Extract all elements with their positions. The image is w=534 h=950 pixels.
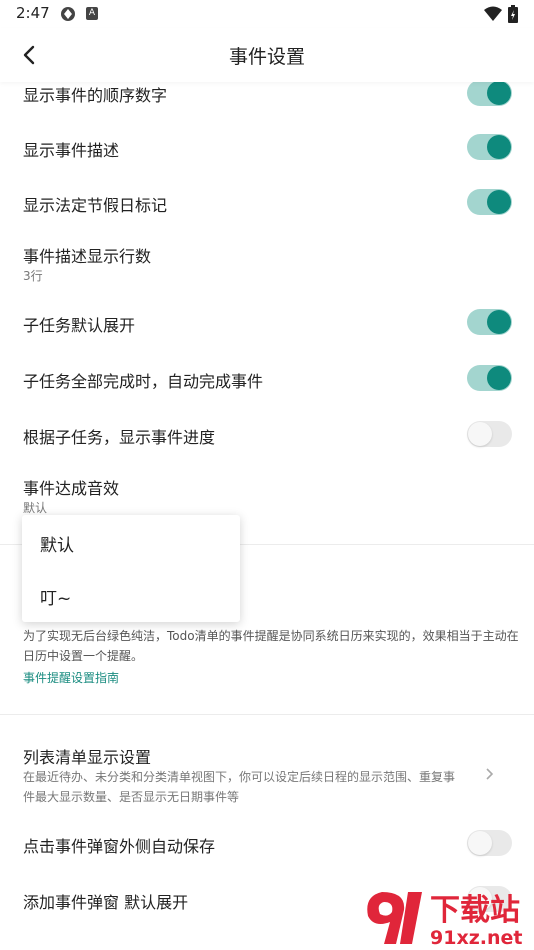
reminder-note: 为了实现无后台绿色纯洁，Todo清单的事件提醒是协同系统日历来实现的，效果相当于… [23, 629, 519, 663]
setting-show-description[interactable]: 显示事件描述 [0, 134, 534, 160]
setting-label: 事件达成音效 [23, 479, 120, 498]
sound-options-menu: 默认 叮~ [22, 515, 240, 622]
watermark-domain: 91xz.net [430, 927, 522, 949]
setting-label: 显示事件的顺序数字 [23, 86, 168, 105]
setting-value: 默认 [23, 501, 48, 515]
toggle-switch[interactable] [467, 80, 512, 106]
toggle-knob [487, 190, 511, 214]
setting-label: 添加事件弹窗 默认展开 [23, 893, 189, 912]
toggle-switch[interactable] [467, 830, 512, 856]
wifi-icon [484, 6, 502, 21]
page-title: 事件设置 [228, 46, 305, 68]
watermark-logo: 下载站 91xz.net [367, 892, 522, 949]
a-badge-icon: A [86, 7, 98, 20]
setting-subtask-progress[interactable]: 根据子任务，显示事件进度 [0, 421, 534, 447]
status-time: 2:47 [16, 4, 50, 22]
setting-description-lines[interactable]: 事件描述显示行数 3行 [0, 241, 534, 285]
setting-show-order-number[interactable]: 显示事件的顺序数字 [0, 80, 534, 106]
battery-charging-icon [508, 5, 518, 23]
toggle-switch[interactable] [467, 365, 512, 391]
toggle-knob [487, 135, 511, 159]
setting-auto-save-popup[interactable]: 点击事件弹窗外侧自动保存 [0, 830, 534, 856]
setting-label: 显示法定节假日标记 [23, 196, 168, 215]
reminder-guide-link[interactable]: 事件提醒设置指南 [23, 669, 119, 686]
watermark-brand: 下载站 [430, 893, 520, 928]
toggle-knob [468, 831, 492, 855]
chevron-right-icon [486, 768, 494, 780]
toggle-knob [487, 81, 511, 105]
toggle-switch[interactable] [467, 189, 512, 215]
menu-item-default[interactable]: 默认 [40, 531, 74, 556]
watermark-91-icon [367, 892, 422, 944]
settings-gear-icon [61, 7, 75, 21]
toggle-switch[interactable] [467, 309, 512, 335]
menu-item-ding[interactable]: 叮~ [40, 584, 71, 609]
setting-list-display[interactable]: 列表清单显示设置 在最近待办、未分类和分类清单视图下，你可以设定后续日程的显示范… [0, 744, 534, 806]
toggle-switch[interactable] [467, 421, 512, 447]
status-bar: 2:47 A [0, 0, 534, 28]
section-divider [0, 714, 534, 715]
setting-subtask-expand[interactable]: 子任务默认展开 [0, 309, 534, 335]
setting-show-holiday-mark[interactable]: 显示法定节假日标记 [0, 189, 534, 215]
setting-label: 根据子任务，显示事件进度 [23, 428, 216, 447]
toggle-knob [468, 422, 492, 446]
setting-label: 子任务默认展开 [23, 316, 136, 335]
setting-description: 在最近待办、未分类和分类清单视图下，你可以设定后续日程的显示范围、重复事件最大显… [23, 770, 456, 804]
setting-auto-complete-event[interactable]: 子任务全部完成时，自动完成事件 [0, 365, 534, 391]
setting-label: 点击事件弹窗外侧自动保存 [23, 837, 216, 856]
setting-label: 事件描述显示行数 [23, 247, 152, 266]
toggle-switch[interactable] [467, 134, 512, 160]
setting-value: 3行 [23, 269, 43, 283]
setting-label: 子任务全部完成时，自动完成事件 [23, 372, 264, 391]
app-bar: 事件设置 [0, 28, 534, 82]
toggle-knob [487, 310, 511, 334]
setting-label: 列表清单显示设置 [23, 748, 152, 767]
setting-label: 显示事件描述 [23, 141, 120, 160]
toggle-knob [487, 366, 511, 390]
setting-completion-sound[interactable]: 事件达成音效 默认 [0, 473, 534, 517]
